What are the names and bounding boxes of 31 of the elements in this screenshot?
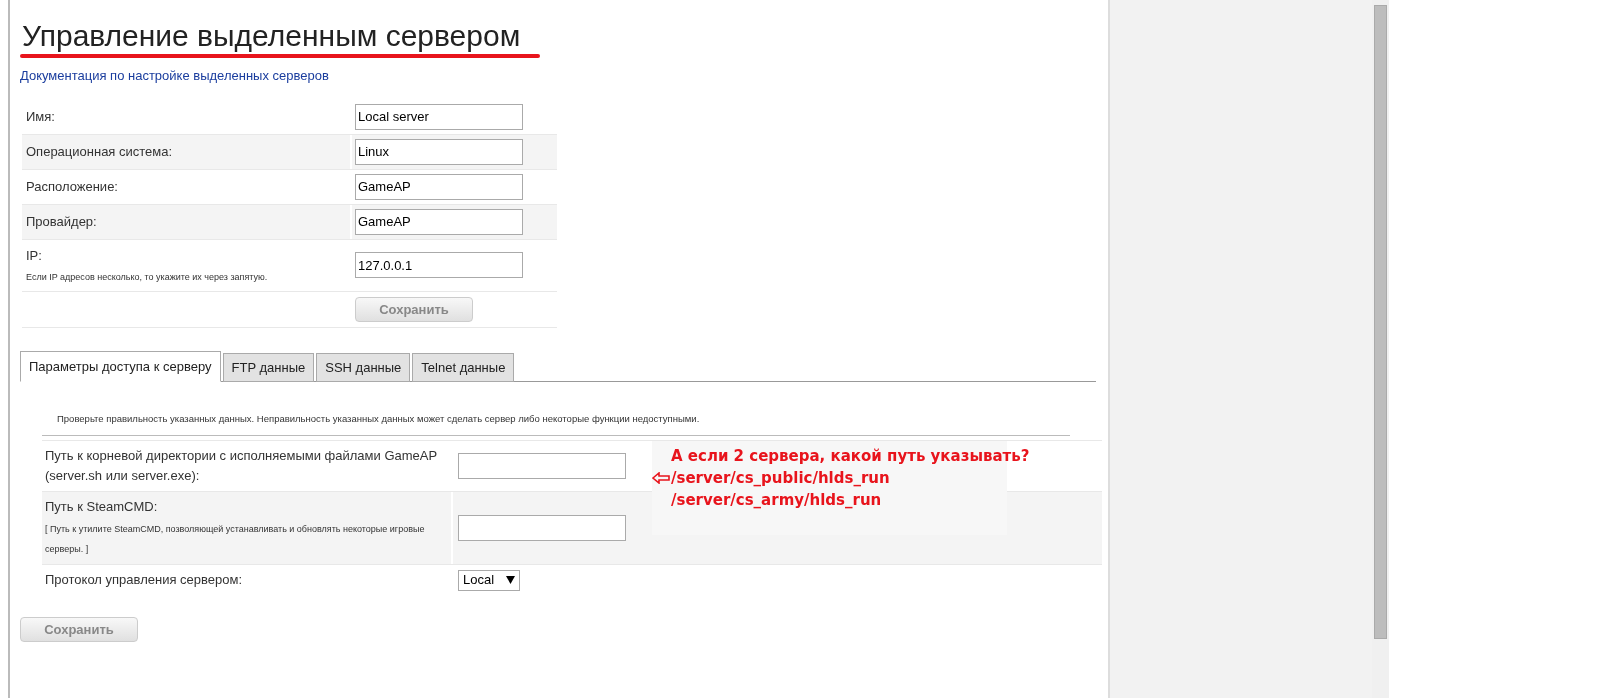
field-label: Операционная система: [26, 142, 174, 161]
text-field[interactable]: Linux [355, 138, 523, 165]
scrollbar-thumb[interactable] [1374, 5, 1387, 639]
left-arrow-icon [652, 472, 670, 484]
dropdown-caret-icon [506, 576, 515, 584]
text-field[interactable]: Local server [355, 103, 523, 130]
tab[interactable]: Параметры доступа к серверу [20, 350, 221, 382]
annotation-text: /server/cs_public/hlds_run [671, 468, 891, 489]
protocol-dropdown[interactable]: Local [458, 569, 520, 591]
field-label: Провайдер: [26, 212, 98, 231]
tab[interactable]: FTP данные [222, 352, 315, 382]
field-label: Расположение: [26, 177, 119, 196]
text-field[interactable]: 127.0.0.1 [355, 252, 523, 278]
field-label: Путь к SteamCMD: [45, 498, 159, 516]
annotation-text: А если 2 сервера, какой путь указывать? [671, 446, 1030, 467]
field-hint: Если IP адресов несколько, то укажите их через запятую. [26, 271, 269, 284]
annotation-text: /server/cs_army/hlds_run [671, 490, 883, 511]
documentation-link[interactable]: Документация по настройке выделенных серверов [20, 66, 1098, 86]
text-field[interactable]: GameAP [355, 173, 523, 200]
field-label: Протокол управления сервером: [45, 571, 243, 589]
tab[interactable]: SSH данные [316, 352, 411, 382]
page-title: Управление выделенным сервером [21, 18, 522, 54]
text-field[interactable] [458, 453, 626, 479]
text-field[interactable] [458, 515, 626, 541]
field-label: IP: [26, 246, 43, 265]
text-field[interactable]: GameAP [355, 208, 523, 235]
notice-text: Проверьте правильность указанных данных. Неправильность указанных данных может сделать сервер либо некоторые функции недоступными. [42, 411, 1070, 436]
field-label: Путь к корневой директории с исполняемыми файлами GameAP (server.sh или server.exe): [45, 447, 438, 485]
tab[interactable]: Telnet данные [412, 352, 515, 382]
field-label: Имя: [26, 107, 56, 126]
field-hint: [ Путь к утилите SteamCMD, позволяющей устанавливать и обновлять некоторые игровые серверы. ] [45, 523, 426, 556]
